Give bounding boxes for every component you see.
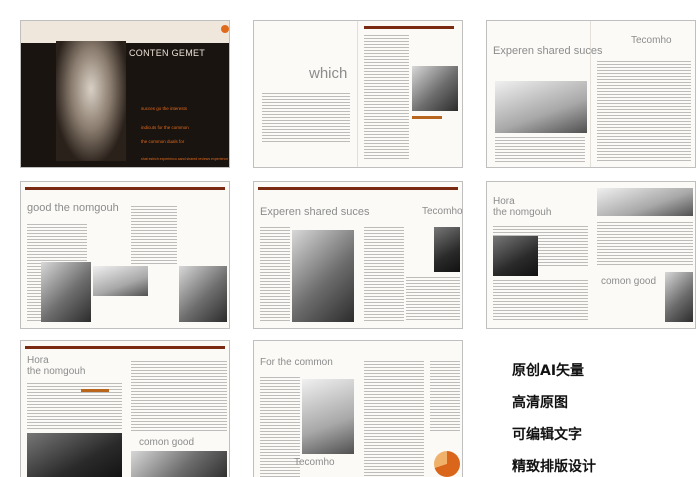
photo — [412, 66, 458, 111]
hora-spread-right: Hora the nomgouh comon good — [486, 181, 696, 329]
lab-photo — [302, 379, 354, 454]
hora-title-line1: Hora — [493, 196, 515, 207]
engineer-photo — [493, 236, 538, 276]
header-rule — [25, 187, 225, 190]
brand-title: Tecomho — [294, 457, 335, 468]
pie-chart-graphic — [434, 451, 460, 477]
cover-title: CONTEN GEMET — [129, 48, 206, 58]
hora-subtitle: comon good — [601, 276, 657, 287]
body-text — [260, 227, 290, 322]
common-spread: For the common Tecomho — [253, 340, 463, 477]
good-title: good the nomgouh — [27, 202, 119, 214]
cover-spread: CONTEN GEMET succes go the interests ind… — [20, 20, 230, 168]
worker-photo — [434, 227, 460, 272]
body-text — [364, 227, 404, 322]
body-text — [597, 61, 691, 161]
cover-portrait — [56, 41, 126, 161]
common-title: For the common — [260, 357, 333, 368]
which-title: which — [309, 65, 348, 82]
accent-tag — [81, 389, 109, 392]
cover-line-1: succes go the interests — [141, 106, 188, 111]
brand-title: Tecomho — [631, 35, 672, 46]
body-text — [493, 280, 588, 322]
factory-photo — [179, 266, 227, 322]
hora-spread-bottom: Hora the nomgouh comon good — [20, 340, 230, 477]
feature-label-1: 原创AI矢量 — [512, 363, 585, 379]
hora-title-line1: Hora — [27, 355, 49, 366]
body-text — [364, 361, 424, 477]
experen-spread-mid: Experen shared suces Tecomho — [253, 181, 463, 329]
body-text — [131, 361, 227, 431]
cover-line-2: indicuts for the common — [141, 125, 189, 130]
body-text — [364, 35, 409, 161]
hora-title-line2: the nomgouh — [493, 207, 552, 218]
team-photo — [27, 433, 122, 477]
warehouse-photo — [41, 262, 91, 322]
experen-title: Experen shared suces — [493, 45, 603, 57]
header-rule — [258, 187, 458, 190]
airplane-photo — [495, 81, 587, 133]
body-text — [597, 222, 693, 267]
infrastructure-photo — [597, 188, 693, 216]
hora-title-line2: the nomgouh — [27, 366, 86, 377]
office-photo — [665, 272, 693, 322]
page-left: which — [254, 21, 358, 167]
feature-label-2: 高清原图 — [512, 395, 568, 411]
sidebar-box — [430, 361, 460, 431]
page-right — [358, 21, 462, 167]
cover-header-band — [21, 21, 229, 43]
feature-label-4: 精致排版设计 — [512, 459, 596, 475]
body-text — [131, 206, 177, 266]
header-rule — [364, 26, 454, 29]
body-text — [406, 277, 460, 322]
hora-subtitle: comon good — [139, 437, 195, 448]
good-spread: good the nomgouh — [20, 181, 230, 329]
body-text — [495, 137, 585, 163]
which-spread: which — [253, 20, 463, 168]
experen-title: Experen shared suces — [260, 206, 370, 218]
portrait-photo — [131, 451, 227, 477]
brand-dot-icon — [221, 25, 229, 33]
feature-label-3: 可编辑文字 — [512, 427, 582, 443]
factory-interior-photo — [292, 230, 354, 322]
cover-line-3: the common duals for — [141, 139, 185, 144]
accent-tag — [412, 116, 442, 119]
brand-title: Tecomho — [422, 206, 463, 217]
cover-line-4: shat eshich experienco aand shared revie… — [141, 157, 229, 161]
page-right: Tecomho — [591, 21, 695, 167]
experen-spread-top: Experen shared suces Tecomho — [486, 20, 696, 168]
body-text — [262, 93, 350, 143]
pipe-photo — [93, 266, 148, 296]
page-left: Experen shared suces — [487, 21, 602, 167]
header-rule — [25, 346, 225, 349]
